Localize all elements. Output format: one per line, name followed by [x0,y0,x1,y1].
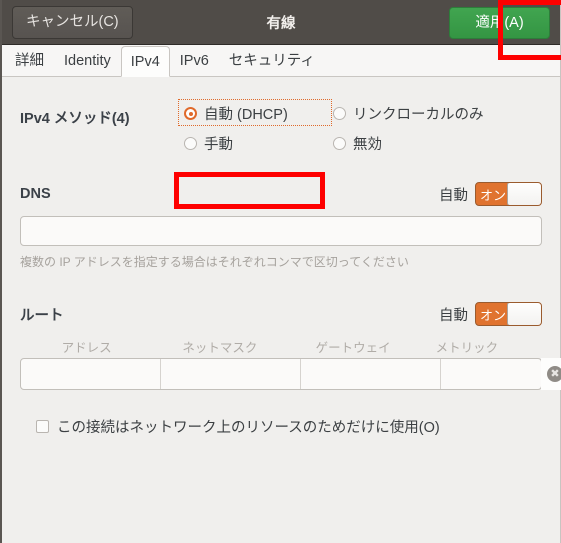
radio-label-disabled: 無効 [353,137,382,153]
radio-indicator-auto-dhcp [184,107,197,120]
routes-toggle-state-text: オン [479,307,506,323]
tab-security[interactable]: セキュリティ [219,45,325,76]
restrict-connection-checkbox-row[interactable]: この接続はネットワーク上のリソースのためだけに使用(O) [20,416,542,437]
tab-identity[interactable]: Identity [54,45,121,76]
radio-label-link-local: リンクローカルのみ [353,107,484,123]
radio-indicator-link-local [333,107,346,120]
dns-toggle-knob [507,183,541,205]
route-gateway-input[interactable] [301,359,441,389]
routes-automatic-label: 自動 [439,307,468,324]
radio-indicator-disabled [333,137,346,150]
routes-automatic-toggle[interactable]: オン [475,302,542,326]
restrict-connection-label: この接続はネットワーク上のリソースのためだけに使用(O) [57,420,440,436]
restrict-connection-checkbox[interactable] [36,420,49,433]
ipv4-method-label: IPv4 メソッド(4) [20,111,130,127]
dns-hint-text: 複数の IP アドレスを指定する場合はそれぞれコンマで区切ってください [20,255,409,269]
routes-column-header-netmask: ネットマスク [182,341,258,355]
dns-servers-input[interactable] [20,216,542,246]
radio-disabled[interactable]: 無効 [333,133,523,154]
cancel-button[interactable]: キャンセル(C) [12,5,133,39]
dns-toggle-state-text: オン [479,187,506,203]
radio-manual[interactable]: 手動 [178,133,333,154]
tab-ipv6[interactable]: IPv6 [170,45,219,76]
routes-column-header-address: アドレス [61,341,112,355]
dns-input-wrap [20,216,542,246]
dns-automatic-toggle[interactable]: オン [475,182,542,206]
routes-label: ルート [20,307,64,324]
route-metric-input[interactable] [441,359,511,389]
routes-column-header-metric: メトリック [435,341,499,355]
route-netmask-input[interactable] [161,359,301,389]
route-delete-button[interactable]: ✖ [541,358,561,390]
radio-label-manual: 手動 [204,137,233,153]
routes-header-row: ルート 自動 オン [20,302,542,326]
tab-details[interactable]: 詳細 [5,45,54,76]
routes-column-headers: アドレス ネットマスク ゲートウェイ メトリック [20,337,542,356]
ipv4-settings-panel: IPv4 メソッド(4) 自動 (DHCP) リンクローカルのみ 手動 無効 D… [2,77,561,437]
radio-row-2: 手動 無効 [178,133,542,154]
tab-ipv4[interactable]: IPv4 [120,46,170,77]
close-circle-icon: ✖ [547,366,561,382]
radio-indicator-manual [184,137,197,150]
radio-label-auto-dhcp: 自動 (DHCP) [204,107,288,123]
dns-automatic-group: 自動 オン [439,182,542,206]
routes-automatic-group: 自動 オン [439,302,542,326]
radio-auto-dhcp[interactable]: 自動 (DHCP) [178,103,333,124]
radio-link-local[interactable]: リンクローカルのみ [333,103,523,124]
routes-column-header-gateway: ゲートウェイ [315,341,391,355]
table-row: ✖ [20,358,561,390]
ipv4-method-radio-group: 自動 (DHCP) リンクローカルのみ 手動 無効 [178,99,542,154]
apply-button[interactable]: 適用(A) [449,7,550,39]
dns-header-row: DNS 自動 オン [20,182,542,206]
dns-automatic-label: 自動 [439,187,468,204]
ipv4-method-block: IPv4 メソッド(4) 自動 (DHCP) リンクローカルのみ 手動 無効 [20,77,542,154]
network-settings-window: キャンセル(C) 有線 適用(A) 詳細 Identity IPv4 IPv6 … [0,0,561,543]
radio-row-1: 自動 (DHCP) リンクローカルのみ [178,99,542,126]
routes-toggle-knob [507,303,541,325]
dns-label: DNS [20,186,51,202]
header-bar: キャンセル(C) 有線 適用(A) [2,0,561,60]
tab-bar: 詳細 Identity IPv4 IPv6 セキュリティ [2,45,560,77]
route-address-input[interactable] [21,359,161,389]
